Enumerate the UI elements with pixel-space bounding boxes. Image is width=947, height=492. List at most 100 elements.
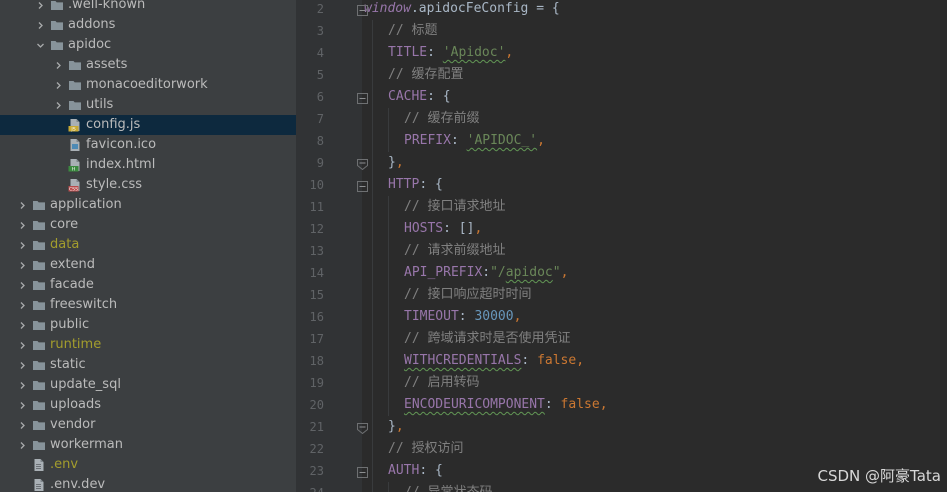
code-line[interactable]: // 请求前缀地址 xyxy=(404,240,505,262)
tree-folder-row[interactable]: utils xyxy=(0,95,296,115)
code-line[interactable]: // 接口请求地址 xyxy=(404,196,505,218)
tree-item-label: workerman xyxy=(50,437,123,452)
chevron-right-icon[interactable] xyxy=(52,55,64,75)
code-line[interactable]: TIMEOUT: 30000, xyxy=(404,306,521,328)
code-line[interactable]: HTTP: { xyxy=(388,174,443,196)
tree-folder-row[interactable]: runtime xyxy=(0,335,296,355)
code-line[interactable]: }, xyxy=(388,152,404,174)
chevron-right-icon[interactable] xyxy=(52,95,64,115)
code-editor[interactable]: 23456789101112131415161718192021222324 w… xyxy=(296,0,947,492)
line-number: 20 xyxy=(309,398,324,412)
file-html-icon: H xyxy=(68,158,82,173)
indent-guide xyxy=(372,64,373,86)
chevron-right-icon[interactable] xyxy=(16,235,28,255)
tree-file-row[interactable]: .env.dev xyxy=(0,475,296,492)
code-line[interactable]: // 标题 xyxy=(388,20,437,42)
chevron-right-icon[interactable] xyxy=(34,15,46,35)
tree-file-row[interactable]: JS config.js xyxy=(0,115,296,135)
chevron-right-icon[interactable] xyxy=(16,255,28,275)
code-line[interactable]: TITLE: 'Apidoc', xyxy=(388,42,513,64)
tree-folder-row[interactable]: data xyxy=(0,235,296,255)
tree-folder-row[interactable]: assets xyxy=(0,55,296,75)
tree-folder-row[interactable]: .well-known xyxy=(0,0,296,15)
indent-guide xyxy=(388,306,389,328)
folder-icon xyxy=(50,38,64,52)
folder-icon xyxy=(32,218,46,232)
code-area[interactable]: window.apidocFeConfig = {// 标题 TITLE: 'Ap… xyxy=(364,0,947,492)
chevron-right-icon[interactable] xyxy=(16,335,28,355)
chevron-right-icon[interactable] xyxy=(16,195,28,215)
tree-file-row[interactable]: favicon.ico xyxy=(0,135,296,155)
tree-folder-row[interactable]: apidoc xyxy=(0,35,296,55)
code-line[interactable]: WITHCREDENTIALS: false, xyxy=(404,350,584,372)
fold-end-icon[interactable] xyxy=(357,421,368,435)
code-line[interactable]: AUTH: { xyxy=(388,460,443,482)
tree-item-label: facade xyxy=(50,277,94,292)
tree-item-label: public xyxy=(50,317,90,332)
tree-file-row[interactable]: CSS style.css xyxy=(0,175,296,195)
indent-guide xyxy=(372,438,373,460)
tree-folder-row[interactable]: freeswitch xyxy=(0,295,296,315)
line-number: 13 xyxy=(309,244,324,258)
code-line[interactable]: API_PREFIX:"/apidoc", xyxy=(404,262,568,284)
tree-file-row[interactable]: .env xyxy=(0,455,296,475)
fold-expand-icon[interactable] xyxy=(357,465,368,478)
code-token: false xyxy=(560,397,600,412)
tree-folder-row[interactable]: uploads xyxy=(0,395,296,415)
code-line[interactable]: PREFIX: 'APIDOC_', xyxy=(404,130,545,152)
code-line[interactable]: HOSTS: [], xyxy=(404,218,482,240)
tree-folder-row[interactable]: workerman xyxy=(0,435,296,455)
code-line[interactable]: // 异常状态码 xyxy=(404,482,492,492)
tree-item-label: index.html xyxy=(86,157,156,172)
code-line[interactable]: CACHE: { xyxy=(388,86,451,108)
code-line[interactable]: // 跨域请求时是否使用凭证 xyxy=(404,328,570,350)
chevron-right-icon[interactable] xyxy=(16,375,28,395)
tree-folder-row[interactable]: public xyxy=(0,315,296,335)
chevron-right-icon[interactable] xyxy=(16,295,28,315)
folder-icon xyxy=(32,318,46,332)
project-tree[interactable]: .well-known addons apidoc assets monacoedito… xyxy=(0,0,296,492)
folder-icon xyxy=(32,358,46,372)
chevron-right-icon[interactable] xyxy=(16,315,28,335)
code-token: TIMEOUT xyxy=(404,309,459,324)
code-line[interactable]: ENCODEURICOMPONENT: false, xyxy=(404,394,608,416)
tree-folder-row[interactable]: extend xyxy=(0,255,296,275)
code-line[interactable]: // 缓存配置 xyxy=(388,64,463,86)
code-token: // 接口请求地址 xyxy=(404,199,506,214)
tree-folder-row[interactable]: core xyxy=(0,215,296,235)
chevron-down-icon[interactable] xyxy=(34,35,46,55)
tree-folder-row[interactable]: vendor xyxy=(0,415,296,435)
tree-folder-row[interactable]: facade xyxy=(0,275,296,295)
code-line[interactable]: // 启用转码 xyxy=(404,372,479,394)
code-line[interactable]: // 缓存前缀 xyxy=(404,108,479,130)
chevron-right-icon[interactable] xyxy=(16,355,28,375)
tree-folder-row[interactable]: update_sql xyxy=(0,375,296,395)
folder-icon xyxy=(32,198,46,212)
chevron-right-icon[interactable] xyxy=(16,275,28,295)
code-token: ENCODEURICOMPONENT xyxy=(404,397,545,412)
tree-item-label: .env xyxy=(50,457,79,472)
fold-expand-icon[interactable] xyxy=(357,179,368,192)
tree-folder-row[interactable]: monacoeditorwork xyxy=(0,75,296,95)
code-token: , xyxy=(599,397,608,412)
tree-folder-row[interactable]: application xyxy=(0,195,296,215)
code-line[interactable]: }, xyxy=(388,416,404,438)
fold-end-icon[interactable] xyxy=(357,157,368,171)
indent-guide xyxy=(388,482,389,492)
tree-folder-row[interactable]: static xyxy=(0,355,296,375)
code-line[interactable]: window.apidocFeConfig = { xyxy=(364,0,560,20)
chevron-right-icon[interactable] xyxy=(16,215,28,235)
chevron-right-icon[interactable] xyxy=(16,435,28,455)
tree-folder-row[interactable]: addons xyxy=(0,15,296,35)
chevron-right-icon[interactable] xyxy=(34,0,46,15)
chevron-right-icon[interactable] xyxy=(52,75,64,95)
code-line[interactable]: // 授权访问 xyxy=(388,438,463,460)
code-line[interactable]: // 接口响应超时时间 xyxy=(404,284,531,306)
fold-expand-icon[interactable] xyxy=(357,91,368,104)
fold-expand-icon[interactable] xyxy=(357,3,368,16)
chevron-right-icon[interactable] xyxy=(16,415,28,435)
folder-icon xyxy=(32,278,46,292)
chevron-right-icon[interactable] xyxy=(16,395,28,415)
code-token: apidoc xyxy=(505,265,553,280)
tree-file-row[interactable]: Hindex.html xyxy=(0,155,296,175)
